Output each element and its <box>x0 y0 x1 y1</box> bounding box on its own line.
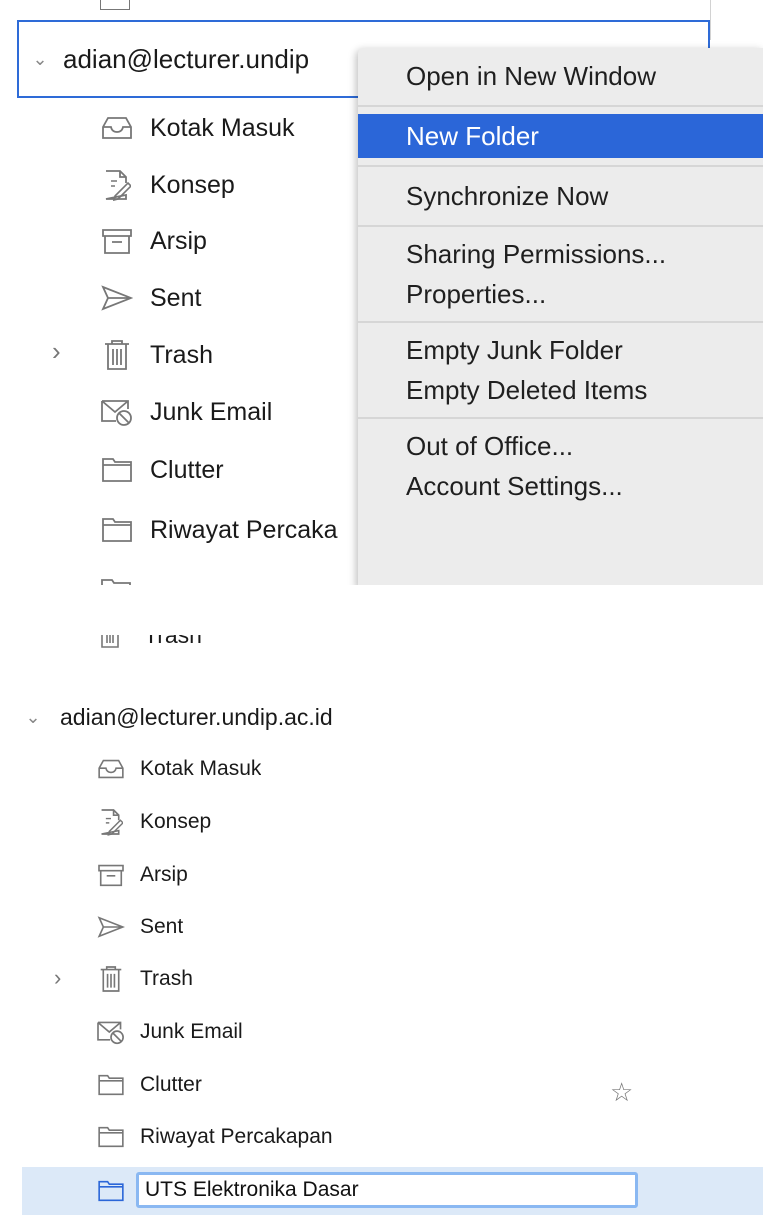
draft-icon <box>96 807 126 837</box>
folder-row-riwayat-percakapan[interactable]: Riwayat Percaka <box>100 505 362 555</box>
folder-label: Konsep <box>140 810 212 833</box>
menu-sharing-permissions[interactable]: Sharing Permissions... <box>358 234 763 274</box>
folder-pane-with-context-menu: ⌄ adian@lecturer.undip Kotak Masuk Konse… <box>0 0 763 585</box>
folder-row-kotak-masuk[interactable]: Kotak Masuk <box>96 749 261 789</box>
folder-label: Junk Email <box>150 397 273 426</box>
folder-label: Sent <box>150 283 202 312</box>
folder-label: Trash <box>150 340 213 369</box>
menu-separator <box>358 105 763 107</box>
menu-new-folder[interactable]: New Folder <box>358 114 763 158</box>
menu-separator <box>358 225 763 227</box>
sent-icon <box>100 281 134 315</box>
trash-icon <box>100 338 134 372</box>
folder-row-clutter[interactable]: Clutter <box>96 1065 202 1105</box>
star-icon[interactable]: ☆ <box>610 1077 633 1108</box>
folder-label: Clutter <box>150 455 224 484</box>
folder-icon <box>96 1176 126 1206</box>
folder-row-sent[interactable]: Sent <box>100 273 362 323</box>
folder-row-arsip[interactable]: Arsip <box>96 855 188 895</box>
account-row[interactable]: ⌄ adian@lecturer.undip.ac.id <box>22 697 333 737</box>
pane-divider <box>710 0 711 40</box>
inbox-icon <box>96 754 126 784</box>
folder-row-konsep[interactable]: Konsep <box>100 160 362 210</box>
folder-label: Kotak Masuk <box>140 757 262 780</box>
draft-icon <box>100 168 134 202</box>
menu-out-of-office[interactable]: Out of Office... <box>358 426 763 466</box>
folder-row-junk-email[interactable]: Junk Email <box>100 387 362 437</box>
menu-empty-junk-folder[interactable]: Empty Junk Folder <box>358 330 763 370</box>
folder-label: Riwayat Percaka <box>150 515 338 544</box>
folder-row-new-folder[interactable] <box>96 1171 140 1211</box>
folder-icon <box>96 1122 126 1152</box>
folder-row-arsip[interactable]: Arsip <box>100 216 362 266</box>
account-label: adian@lecturer.undip.ac.id <box>60 703 333 730</box>
folder-row-partial <box>100 572 350 585</box>
menu-separator <box>358 417 763 419</box>
folder-row-konsep[interactable]: Konsep <box>96 802 211 842</box>
chevron-down-icon[interactable]: ⌄ <box>29 49 51 70</box>
account-label: adian@lecturer.undip <box>63 43 310 74</box>
menu-synchronize-now[interactable]: Synchronize Now <box>358 174 763 218</box>
folder-icon <box>100 453 134 487</box>
trash-icon <box>96 964 126 994</box>
folder-label: Konsep <box>150 170 235 199</box>
folder-label: Junk Email <box>140 1020 243 1043</box>
folder-label: Sent <box>140 915 184 938</box>
archive-icon <box>100 224 134 258</box>
folder-pane-after-new-folder: Trash ⌄ adian@lecturer.undip.ac.id Kotak… <box>0 585 763 1219</box>
chevron-down-icon[interactable]: ⌄ <box>22 707 44 728</box>
folder-row-sent[interactable]: Sent <box>96 907 183 947</box>
folder-row-junk-email[interactable]: Junk Email <box>96 1012 243 1052</box>
folder-icon <box>96 1070 126 1100</box>
archive-icon <box>96 860 126 890</box>
folder-row-trash-partial[interactable]: Trash <box>98 635 298 655</box>
inbox-icon <box>100 111 134 145</box>
folder-row-riwayat-percakapan[interactable]: Riwayat Percakapan <box>96 1117 333 1157</box>
folder-row-trash[interactable]: › Trash <box>54 959 193 999</box>
folder-label: Trash <box>144 635 202 649</box>
folder-label: Arsip <box>140 863 188 886</box>
menu-separator <box>358 321 763 323</box>
folder-icon <box>100 0 130 10</box>
folder-label: Riwayat Percakapan <box>140 1125 333 1148</box>
sent-icon <box>96 912 126 942</box>
chevron-right-icon[interactable]: › <box>52 336 61 367</box>
menu-account-settings[interactable]: Account Settings... <box>358 466 763 506</box>
folder-label: Arsip <box>150 226 207 255</box>
junk-icon <box>96 1017 126 1047</box>
folder-row-trash[interactable]: › Trash <box>52 330 362 380</box>
menu-separator <box>358 165 763 167</box>
junk-icon <box>100 395 134 429</box>
folder-row-kotak-masuk[interactable]: Kotak Masuk <box>100 103 362 153</box>
folder-label: Kotak Masuk <box>150 113 295 142</box>
folder-label: Trash <box>140 967 193 990</box>
context-menu: Open in New Window New Folder Synchroniz… <box>358 48 763 585</box>
menu-empty-deleted-items[interactable]: Empty Deleted Items <box>358 370 763 410</box>
new-folder-name-input[interactable] <box>136 1172 638 1208</box>
folder-label: Clutter <box>140 1073 202 1096</box>
menu-properties[interactable]: Properties... <box>358 274 763 314</box>
folder-row-clutter[interactable]: Clutter <box>100 445 362 495</box>
chevron-right-icon[interactable]: › <box>54 965 61 991</box>
menu-open-in-new-window[interactable]: Open in New Window <box>358 54 763 98</box>
folder-icon <box>100 513 134 547</box>
